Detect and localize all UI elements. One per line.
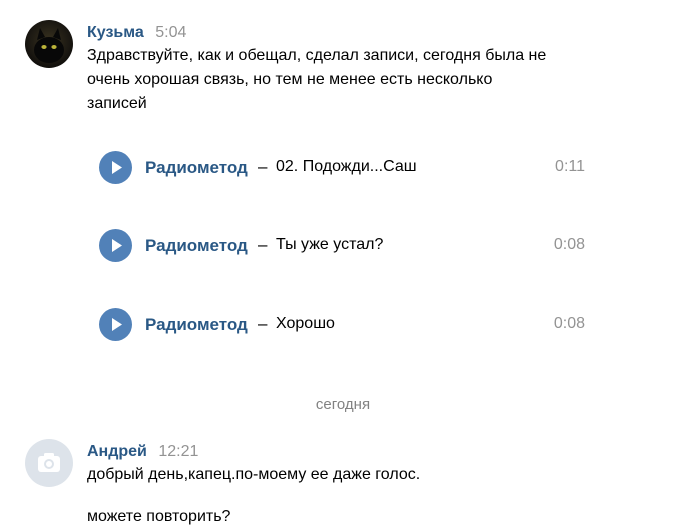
audio-duration: 0:11 [555, 158, 585, 175]
message-header: Кузьма 5:04 [87, 24, 186, 42]
message-text-line: можете повторить? [87, 508, 231, 525]
play-button[interactable] [99, 151, 132, 184]
audio-duration: 0:08 [553, 236, 585, 253]
play-icon [112, 161, 122, 174]
message-text-line: Здравствуйте, как и обещал, сделал запис… [87, 47, 547, 64]
avatar-andrey[interactable] [25, 439, 73, 487]
audio-title: 02. Подожди...Саш [276, 158, 417, 175]
message-header: Андрей 12:21 [87, 443, 198, 461]
audio-title: Ты уже устал? [276, 236, 384, 253]
message-author[interactable]: Кузьма [87, 24, 144, 41]
audio-track[interactable]: Радиометод – Хорошо 0:08 [99, 308, 589, 342]
audio-artist-link[interactable]: Радиометод [145, 315, 248, 335]
message-author[interactable]: Андрей [87, 443, 147, 460]
play-button[interactable] [99, 229, 132, 262]
message-time[interactable]: 12:21 [158, 443, 198, 460]
message-text-line: добрый день,капец.по-моему ее даже голос… [87, 466, 421, 483]
avatar-kuzma[interactable] [25, 20, 73, 68]
audio-separator: – [258, 157, 268, 176]
message-text-line: записей [87, 95, 147, 112]
audio-separator: – [258, 235, 268, 254]
message-time[interactable]: 5:04 [155, 24, 186, 41]
audio-separator: – [258, 314, 268, 333]
play-icon [112, 239, 122, 252]
date-separator: сегодня [315, 396, 371, 413]
audio-track[interactable]: Радиометод – Ты уже устал? 0:08 [99, 229, 589, 263]
audio-track[interactable]: Радиометод – 02. Подожди...Саш 0:11 [99, 151, 589, 185]
audio-duration: 0:08 [553, 315, 585, 332]
play-icon [112, 318, 122, 331]
audio-artist-link[interactable]: Радиометод [145, 236, 248, 256]
message-text-line: очень хорошая связь, но тем не менее ест… [87, 71, 493, 88]
camera-icon [38, 453, 60, 472]
audio-artist-link[interactable]: Радиометод [145, 158, 248, 178]
audio-title: Хорошо [276, 315, 335, 332]
play-button[interactable] [99, 308, 132, 341]
